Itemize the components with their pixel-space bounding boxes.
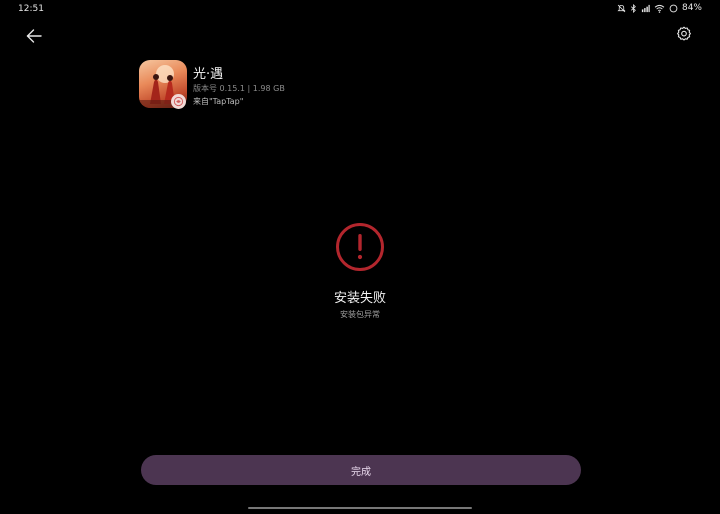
done-button[interactable]: 完成 — [141, 455, 581, 485]
wifi-icon — [654, 4, 665, 13]
back-button[interactable] — [22, 26, 46, 48]
arrow-left-icon — [26, 28, 42, 47]
bluetooth-icon — [630, 3, 637, 13]
error-circle-icon — [335, 222, 385, 272]
result-title: 安装失败 — [333, 291, 386, 306]
signal-icon — [641, 4, 650, 13]
app-name: 光·遇 — [193, 67, 224, 82]
settings-button[interactable] — [674, 26, 694, 46]
taptap-badge-icon — [171, 94, 186, 109]
result-subtitle: 安装包异常 — [340, 310, 380, 319]
status-icons: 84% — [617, 3, 702, 13]
battery-percent: 84% — [681, 3, 702, 13]
status-time: 12:51 — [18, 4, 44, 14]
app-version-size: 版本号 0.15.1 | 1.98 GB — [193, 84, 285, 93]
gear-icon — [676, 26, 692, 46]
install-result-screen: 12:51 84% 光·遇 版本号 0.15.1 | 1.98 GB 来自"Ta… — [0, 0, 720, 514]
battery-icon — [669, 4, 678, 13]
home-indicator[interactable] — [248, 507, 472, 509]
app-source: 来自"TapTap" — [193, 97, 244, 106]
bell-off-icon — [617, 4, 626, 13]
